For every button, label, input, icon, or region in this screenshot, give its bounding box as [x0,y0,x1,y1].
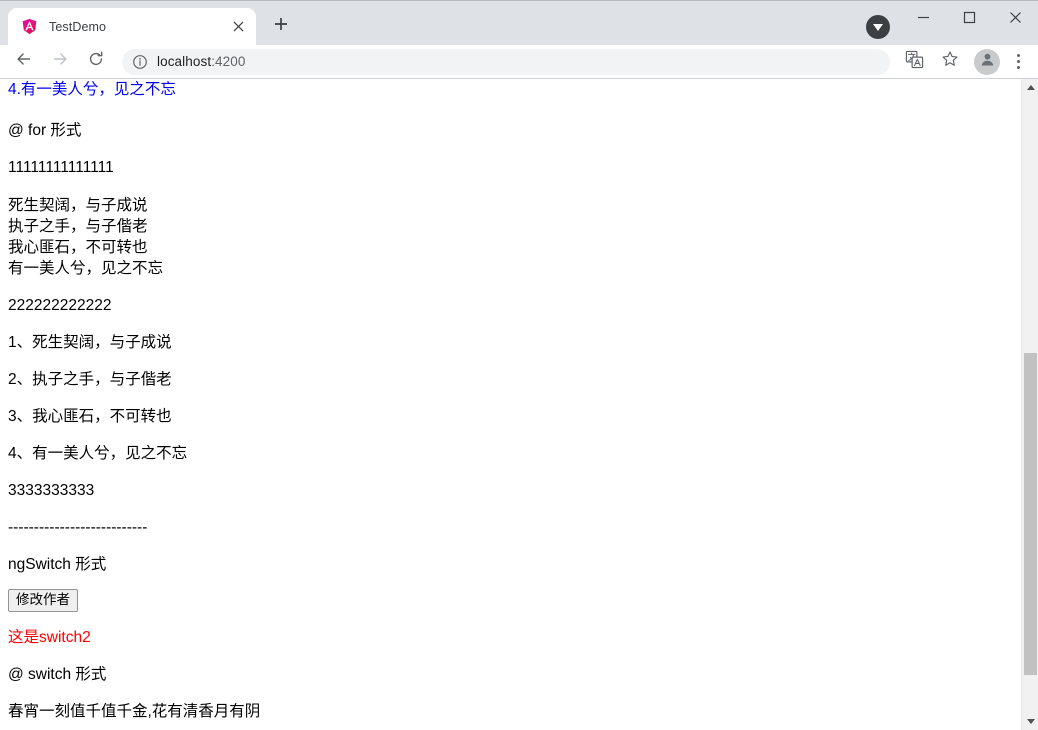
threes-line: 3333333333 [8,482,95,499]
switch-poem-line: 春宵一刻值千值千金,花有清香月有阴 [8,703,261,720]
numbered-line: 4、有一美人兮，见之不忘 [8,445,188,462]
numbered-line: 1、死生契阔，与子成说 [8,334,172,351]
chevron-down-icon [873,24,883,31]
page-content: 4.有一美人兮，见之不忘 @ for 形式 11111111111111 死生契… [0,79,1021,722]
caret-down-icon [1026,719,1035,724]
numbered-line: 2、执子之手，与子偕老 [8,371,172,388]
browser-toolbar: localhost:4200 [0,45,1038,79]
person-icon [979,51,996,73]
scroll-down-button[interactable] [1022,713,1038,730]
ones-line: 11111111111111 [8,159,114,176]
menu-dot [1016,54,1020,57]
menu-dot [1016,66,1020,69]
poem-line: 执子之手，与子偕老 [8,218,148,235]
address-bar[interactable]: localhost:4200 [122,48,890,75]
switch-heading: @ switch 形式 [8,666,107,683]
reload-icon [87,50,105,73]
switch-result-text: 这是switch2 [8,629,91,646]
browser-tab[interactable]: TestDemo [8,8,256,45]
angular-logo-icon [21,18,38,35]
numbered-line: 3、我心匪石，不可转也 [8,408,172,425]
close-window-button[interactable] [992,1,1038,33]
url-text: localhost:4200 [157,54,245,69]
tab-title: TestDemo [49,19,107,34]
profile-avatar[interactable] [974,48,1000,75]
url-host: localhost [157,54,212,69]
poem-line: 死生契阔，与子成说 [8,197,148,214]
divider-line: --------------------------- [8,519,148,536]
close-icon[interactable] [229,18,247,36]
top-blue-line[interactable]: 4.有一美人兮，见之不忘 [8,79,1013,100]
arrow-left-icon [15,50,33,73]
caret-up-icon [1026,85,1035,90]
forward-button[interactable] [46,48,74,76]
back-button[interactable] [10,48,38,76]
poem-line: 有一美人兮，见之不忘 [8,260,164,277]
maximize-button[interactable] [946,1,992,33]
window-controls [900,1,1038,46]
browser-window: TestDemo localhost:4200 4.有一美人兮，见之不忘 @ f… [0,0,1038,730]
for-heading: @ for 形式 [8,122,82,139]
scroll-up-button[interactable] [1022,79,1038,96]
poem-line: 我心匪石，不可转也 [8,239,148,256]
tab-strip: TestDemo [0,0,1038,45]
new-tab-button[interactable] [266,11,296,41]
change-author-button[interactable]: 修改作者 [8,589,78,612]
minimize-button[interactable] [900,1,946,33]
translate-button[interactable] [900,48,928,76]
bookmark-button[interactable] [936,48,964,76]
url-port: :4200 [211,54,246,69]
vertical-scrollbar[interactable] [1021,79,1038,730]
menu-dot [1016,60,1020,63]
chrome-menu-button[interactable] [1006,48,1030,76]
arrow-right-icon [51,50,69,73]
ngswitch-heading: ngSwitch 形式 [8,556,107,573]
reload-button[interactable] [82,48,110,76]
twos-line: 222222222222 [8,297,112,314]
plus-icon [274,17,288,36]
page-viewport: 4.有一美人兮，见之不忘 @ for 形式 11111111111111 死生契… [0,79,1038,730]
scrollbar-thumb[interactable] [1024,353,1037,675]
download-indicator-icon[interactable] [866,15,890,39]
site-info-icon[interactable] [132,54,148,70]
star-icon [941,50,959,73]
translate-icon [905,50,924,74]
